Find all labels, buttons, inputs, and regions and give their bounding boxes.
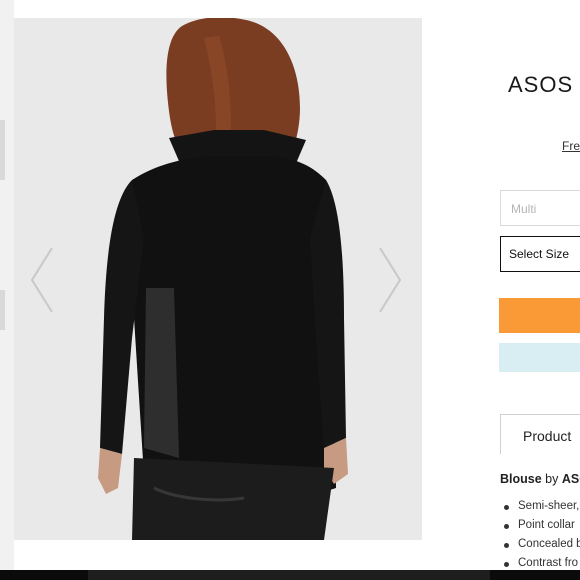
feature-text: Semi-sheer, [518,500,580,512]
thumbnail-fragment[interactable] [0,120,5,180]
product-description: Blouse by ASOS [500,472,580,486]
by-text: by [541,472,562,486]
bullet-icon [504,562,509,567]
bullet-icon [504,543,509,548]
delivery-link[interactable]: Free [562,139,580,153]
bullet-icon [504,524,509,529]
gallery-next-button[interactable] [372,240,412,320]
tab-product[interactable]: Product [500,414,580,454]
feature-list: Semi-sheer, Point collar Concealed b Con… [500,500,580,576]
add-to-bag-button[interactable] [499,298,580,333]
bullet-icon [504,505,509,510]
feature-text: Point collar [518,519,575,531]
bottom-overlay-bar [0,570,580,580]
product-type: Blouse [500,472,542,486]
product-title: ASOS C [508,72,580,97]
feature-item: Point collar [500,519,580,538]
brand-link[interactable]: ASOS [562,472,580,486]
feature-item: Concealed b [500,538,580,557]
chevron-right-icon [379,247,402,313]
colour-field[interactable]: Multi [500,190,580,226]
gallery-prev-button[interactable] [24,240,64,320]
size-select[interactable]: Select Size [500,236,580,272]
left-edge-strip [0,0,14,580]
feature-text: Concealed b [518,538,580,550]
feature-item: Semi-sheer, [500,500,580,519]
product-photo [14,18,422,540]
feature-text: Contrast fro [518,557,579,569]
chevron-left-icon [30,247,53,313]
thumbnail-fragment[interactable] [0,290,5,330]
product-image-gallery[interactable] [14,18,422,540]
save-for-later-button[interactable] [499,343,580,372]
